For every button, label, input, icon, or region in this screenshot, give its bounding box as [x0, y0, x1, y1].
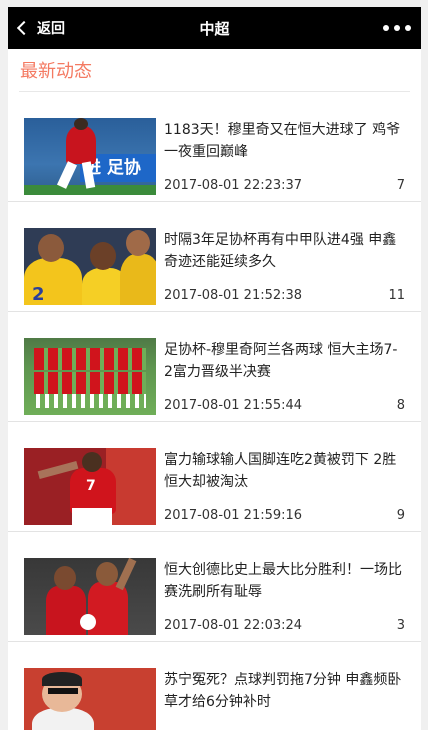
back-button[interactable]: 返回 [8, 7, 65, 49]
news-datetime: 2017-08-01 22:03:24 [164, 618, 303, 633]
news-item[interactable]: 足协杯-穆里奇阿兰各两球 恒大主场7-2富力晋级半决赛 2017-08-01 2… [8, 312, 421, 422]
thumbnail-jersey-number: 7 [86, 478, 96, 494]
news-list: 进 足协 1183天！穆里奇又在恒大进球了 鸡爷一夜重回巅峰 2017-08-0… [8, 92, 421, 730]
news-headline: 足协杯-穆里奇阿兰各两球 恒大主场7-2富力晋级半决赛 [164, 342, 398, 380]
section-title: 最新动态 [20, 61, 92, 82]
more-dot-icon [405, 25, 411, 31]
news-datetime: 2017-08-01 22:23:37 [164, 178, 303, 193]
comment-count: 9 [396, 508, 405, 523]
more-dot-icon [394, 25, 400, 31]
more-dot-icon [383, 25, 389, 31]
news-datetime: 2017-08-01 21:59:16 [164, 508, 303, 523]
news-headline: 1183天！穆里奇又在恒大进球了 鸡爷一夜重回巅峰 [164, 122, 401, 160]
thumbnail-jersey-number: 2 [32, 284, 45, 305]
page-title: 中超 [199, 19, 230, 38]
news-item[interactable]: 进 足协 1183天！穆里奇又在恒大进球了 鸡爷一夜重回巅峰 2017-08-0… [8, 92, 421, 202]
comment-count: 7 [396, 178, 405, 193]
news-thumbnail: 进 足协 [24, 118, 156, 195]
news-item[interactable]: 苏宁冤死？点球判罚拖7分钟 申鑫频卧草才给6分钟补时 [8, 642, 421, 730]
back-label: 返回 [37, 21, 65, 37]
news-headline: 苏宁冤死？点球判罚拖7分钟 申鑫频卧草才给6分钟补时 [164, 672, 402, 710]
news-headline: 时隔3年足协杯再有中甲队进4强 申鑫奇迹还能延续多久 [164, 232, 397, 270]
news-datetime: 2017-08-01 21:55:44 [164, 398, 303, 413]
section-header: 最新动态 [19, 49, 410, 92]
chevron-left-icon [16, 20, 32, 36]
news-thumbnail [24, 558, 156, 635]
news-datetime: 2017-08-01 21:52:38 [164, 288, 303, 303]
news-item[interactable]: 2 时隔3年足协杯再有中甲队进4强 申鑫奇迹还能延续多久 2017-08-01 … [8, 202, 421, 312]
news-item[interactable]: 恒大创德比史上最大比分胜利！一场比赛洗刷所有耻辱 2017-08-01 22:0… [8, 532, 421, 642]
more-options-button[interactable] [383, 7, 411, 49]
comment-count: 3 [396, 618, 405, 633]
comment-count: 8 [396, 398, 405, 413]
news-thumbnail [24, 338, 156, 415]
news-item[interactable]: 7 富力输球输人国脚连吃2黄被罚下 2胜恒大却被淘汰 2017-08-01 21… [8, 422, 421, 532]
news-thumbnail: 7 [24, 448, 156, 525]
news-headline: 恒大创德比史上最大比分胜利！一场比赛洗刷所有耻辱 [164, 562, 402, 600]
comment-count: 11 [388, 288, 405, 303]
news-headline: 富力输球输人国脚连吃2黄被罚下 2胜恒大却被淘汰 [164, 452, 397, 490]
news-thumbnail [24, 668, 156, 730]
news-thumbnail: 2 [24, 228, 156, 305]
phone-screen: 返回 中超 最新动态 进 足协 1183天！穆里奇又在恒大进球了 鸡爷一夜重回巅… [8, 7, 421, 730]
top-navigation-bar: 返回 中超 [8, 7, 421, 49]
